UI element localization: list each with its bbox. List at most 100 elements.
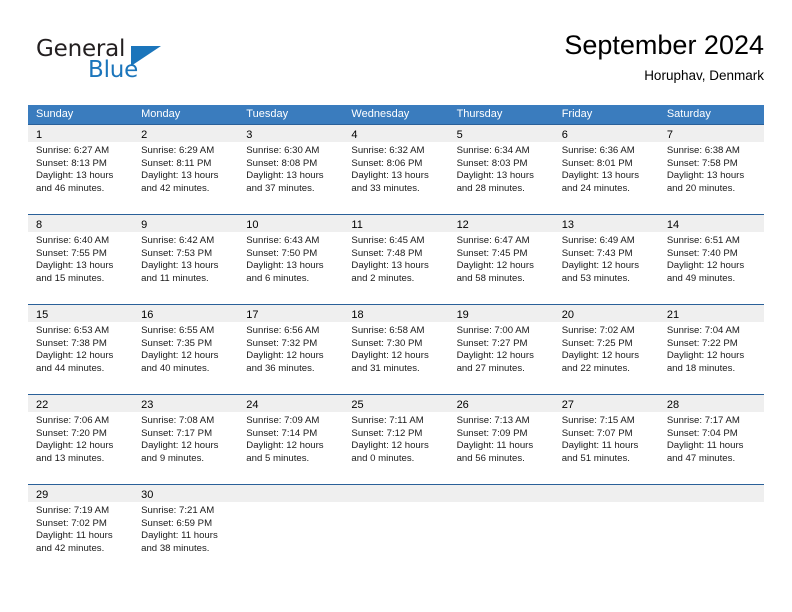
day-number-band: 29 <box>28 485 134 502</box>
day-cell[interactable]: 29 Sunrise: 7:19 AM Sunset: 7:02 PM Dayl… <box>28 485 134 574</box>
sunset-text: Sunset: 7:55 PM <box>36 247 107 259</box>
weekday-header-row: Sunday Monday Tuesday Wednesday Thursday… <box>28 105 764 124</box>
sunset-text: Sunset: 7:09 PM <box>456 427 528 439</box>
day-info: Sunrise: 7:09 AM Sunset: 7:14 PM Dayligh… <box>238 412 343 465</box>
day-cell[interactable]: 15 Sunrise: 6:53 AM Sunset: 7:38 PM Dayl… <box>28 305 134 394</box>
brand-name-blue: Blue <box>88 57 139 83</box>
day-cell[interactable]: 3 Sunrise: 6:30 AM Sunset: 8:08 PM Dayli… <box>238 125 344 214</box>
weekday-header-tuesday: Tuesday <box>246 108 289 120</box>
day-number: 29 <box>36 489 49 501</box>
sunset-text: Sunset: 8:06 PM <box>351 157 423 169</box>
day-info: Sunrise: 6:53 AM Sunset: 7:38 PM Dayligh… <box>28 322 133 375</box>
daylight-text-line1: Daylight: 12 hours <box>666 260 745 272</box>
sunrise-text: Sunrise: 6:40 AM <box>36 235 110 246</box>
sunrise-text: Sunrise: 6:58 AM <box>351 325 425 336</box>
sunset-text: Sunset: 6:59 PM <box>141 517 213 529</box>
day-info: Sunrise: 6:47 AM Sunset: 7:45 PM Dayligh… <box>449 232 554 285</box>
sunset-text: Sunset: 7:20 PM <box>36 427 107 439</box>
day-cell[interactable]: 6 Sunrise: 6:36 AM Sunset: 8:01 PM Dayli… <box>553 125 659 214</box>
sunrise-text: Sunrise: 6:34 AM <box>456 145 530 156</box>
day-info: Sunrise: 7:04 AM Sunset: 7:22 PM Dayligh… <box>659 322 764 375</box>
day-cell[interactable]: 7 Sunrise: 6:38 AM Sunset: 7:58 PM Dayli… <box>658 125 764 214</box>
daylight-text-line2: and 33 minutes. <box>351 182 420 194</box>
sunrise-text: Sunrise: 7:04 AM <box>666 325 740 336</box>
sunset-text: Sunset: 8:13 PM <box>36 157 107 169</box>
day-number-band: 21 <box>658 305 764 322</box>
day-info: Sunrise: 7:13 AM Sunset: 7:09 PM Dayligh… <box>449 412 554 465</box>
day-number-band <box>448 485 554 502</box>
daylight-text-line2: and 28 minutes. <box>456 182 525 194</box>
day-cell[interactable]: 16 Sunrise: 6:55 AM Sunset: 7:35 PM Dayl… <box>133 305 239 394</box>
day-cell[interactable]: 24 Sunrise: 7:09 AM Sunset: 7:14 PM Dayl… <box>238 395 344 484</box>
brand-logo[interactable]: General Blue <box>28 32 258 88</box>
day-cell[interactable]: 25 Sunrise: 7:11 AM Sunset: 7:12 PM Dayl… <box>343 395 449 484</box>
daylight-text-line1: Daylight: 12 hours <box>561 350 640 362</box>
day-cell[interactable]: 22 Sunrise: 7:06 AM Sunset: 7:20 PM Dayl… <box>28 395 134 484</box>
sunrise-text: Sunrise: 6:29 AM <box>141 145 215 156</box>
week-row: 8 Sunrise: 6:40 AM Sunset: 7:55 PM Dayli… <box>28 214 764 304</box>
daylight-text-line2: and 40 minutes. <box>141 362 210 374</box>
day-cell[interactable]: 19 Sunrise: 7:00 AM Sunset: 7:27 PM Dayl… <box>448 305 554 394</box>
day-number-band: 11 <box>343 215 449 232</box>
daylight-text-line1: Daylight: 11 hours <box>141 530 218 542</box>
daylight-text-line2: and 37 minutes. <box>246 182 315 194</box>
day-cell[interactable]: 27 Sunrise: 7:15 AM Sunset: 7:07 PM Dayl… <box>553 395 659 484</box>
day-cell[interactable]: 23 Sunrise: 7:08 AM Sunset: 7:17 PM Dayl… <box>133 395 239 484</box>
day-cell[interactable]: 10 Sunrise: 6:43 AM Sunset: 7:50 PM Dayl… <box>238 215 344 304</box>
day-number-band: 5 <box>448 125 554 142</box>
day-number: 30 <box>141 489 154 501</box>
day-cell[interactable]: 18 Sunrise: 6:58 AM Sunset: 7:30 PM Dayl… <box>343 305 449 394</box>
day-cell-empty <box>343 485 449 574</box>
sunset-text: Sunset: 7:35 PM <box>141 337 213 349</box>
day-cell[interactable]: 12 Sunrise: 6:47 AM Sunset: 7:45 PM Dayl… <box>448 215 554 304</box>
day-cell[interactable]: 8 Sunrise: 6:40 AM Sunset: 7:55 PM Dayli… <box>28 215 134 304</box>
day-number: 16 <box>141 309 154 321</box>
day-number: 1 <box>36 129 43 141</box>
day-number: 9 <box>141 219 148 231</box>
day-number-band: 23 <box>133 395 239 412</box>
sunset-text: Sunset: 7:22 PM <box>666 337 738 349</box>
day-info: Sunrise: 6:45 AM Sunset: 7:48 PM Dayligh… <box>343 232 448 285</box>
day-cell[interactable]: 11 Sunrise: 6:45 AM Sunset: 7:48 PM Dayl… <box>343 215 449 304</box>
day-info: Sunrise: 6:32 AM Sunset: 8:06 PM Dayligh… <box>343 142 448 195</box>
day-cell[interactable]: 13 Sunrise: 6:49 AM Sunset: 7:43 PM Dayl… <box>553 215 659 304</box>
day-cell[interactable]: 30 Sunrise: 7:21 AM Sunset: 6:59 PM Dayl… <box>133 485 239 574</box>
page-header: General Blue September 2024 Horuphav, De… <box>28 28 764 94</box>
day-cell[interactable]: 14 Sunrise: 6:51 AM Sunset: 7:40 PM Dayl… <box>658 215 764 304</box>
day-cell[interactable]: 17 Sunrise: 6:56 AM Sunset: 7:32 PM Dayl… <box>238 305 344 394</box>
daylight-text-line2: and 42 minutes. <box>141 182 210 194</box>
day-number: 5 <box>456 129 463 141</box>
day-info: Sunrise: 6:55 AM Sunset: 7:35 PM Dayligh… <box>133 322 238 375</box>
day-info: Sunrise: 6:38 AM Sunset: 7:58 PM Dayligh… <box>659 142 764 195</box>
daylight-text-line2: and 20 minutes. <box>666 182 736 194</box>
day-cell[interactable]: 28 Sunrise: 7:17 AM Sunset: 7:04 PM Dayl… <box>658 395 764 484</box>
daylight-text-line2: and 5 minutes. <box>246 452 310 464</box>
day-cell[interactable]: 21 Sunrise: 7:04 AM Sunset: 7:22 PM Dayl… <box>658 305 764 394</box>
day-cell[interactable]: 9 Sunrise: 6:42 AM Sunset: 7:53 PM Dayli… <box>133 215 239 304</box>
day-info: Sunrise: 6:43 AM Sunset: 7:50 PM Dayligh… <box>238 232 343 285</box>
day-cell[interactable]: 4 Sunrise: 6:32 AM Sunset: 8:06 PM Dayli… <box>343 125 449 214</box>
weekday-header-saturday: Saturday <box>666 108 711 120</box>
daylight-text-line1: Daylight: 12 hours <box>351 440 429 452</box>
daylight-text-line1: Daylight: 13 hours <box>456 170 534 182</box>
daylight-text-line1: Daylight: 13 hours <box>351 170 429 182</box>
day-cell[interactable]: 1 Sunrise: 6:27 AM Sunset: 8:13 PM Dayli… <box>28 125 134 214</box>
sunrise-text: Sunrise: 6:45 AM <box>351 235 425 246</box>
sunset-text: Sunset: 7:32 PM <box>246 337 318 349</box>
day-info: Sunrise: 6:27 AM Sunset: 8:13 PM Dayligh… <box>28 142 133 195</box>
day-cell[interactable]: 5 Sunrise: 6:34 AM Sunset: 8:03 PM Dayli… <box>448 125 554 214</box>
day-cell[interactable]: 20 Sunrise: 7:02 AM Sunset: 7:25 PM Dayl… <box>553 305 659 394</box>
day-info: Sunrise: 6:58 AM Sunset: 7:30 PM Dayligh… <box>343 322 448 375</box>
day-cell[interactable]: 2 Sunrise: 6:29 AM Sunset: 8:11 PM Dayli… <box>133 125 239 214</box>
sunrise-text: Sunrise: 7:17 AM <box>666 415 740 426</box>
day-cell[interactable]: 26 Sunrise: 7:13 AM Sunset: 7:09 PM Dayl… <box>448 395 554 484</box>
week-row: 22 Sunrise: 7:06 AM Sunset: 7:20 PM Dayl… <box>28 394 764 484</box>
daylight-text-line2: and 56 minutes. <box>456 452 525 464</box>
daylight-text-line1: Daylight: 12 hours <box>141 350 219 362</box>
daylight-text-line2: and 0 minutes. <box>351 452 415 464</box>
sunrise-text: Sunrise: 7:21 AM <box>141 505 215 516</box>
day-number: 17 <box>246 309 259 321</box>
daylight-text-line2: and 49 minutes. <box>666 272 736 284</box>
daylight-text-line1: Daylight: 13 hours <box>351 260 429 272</box>
day-number: 2 <box>141 129 148 141</box>
